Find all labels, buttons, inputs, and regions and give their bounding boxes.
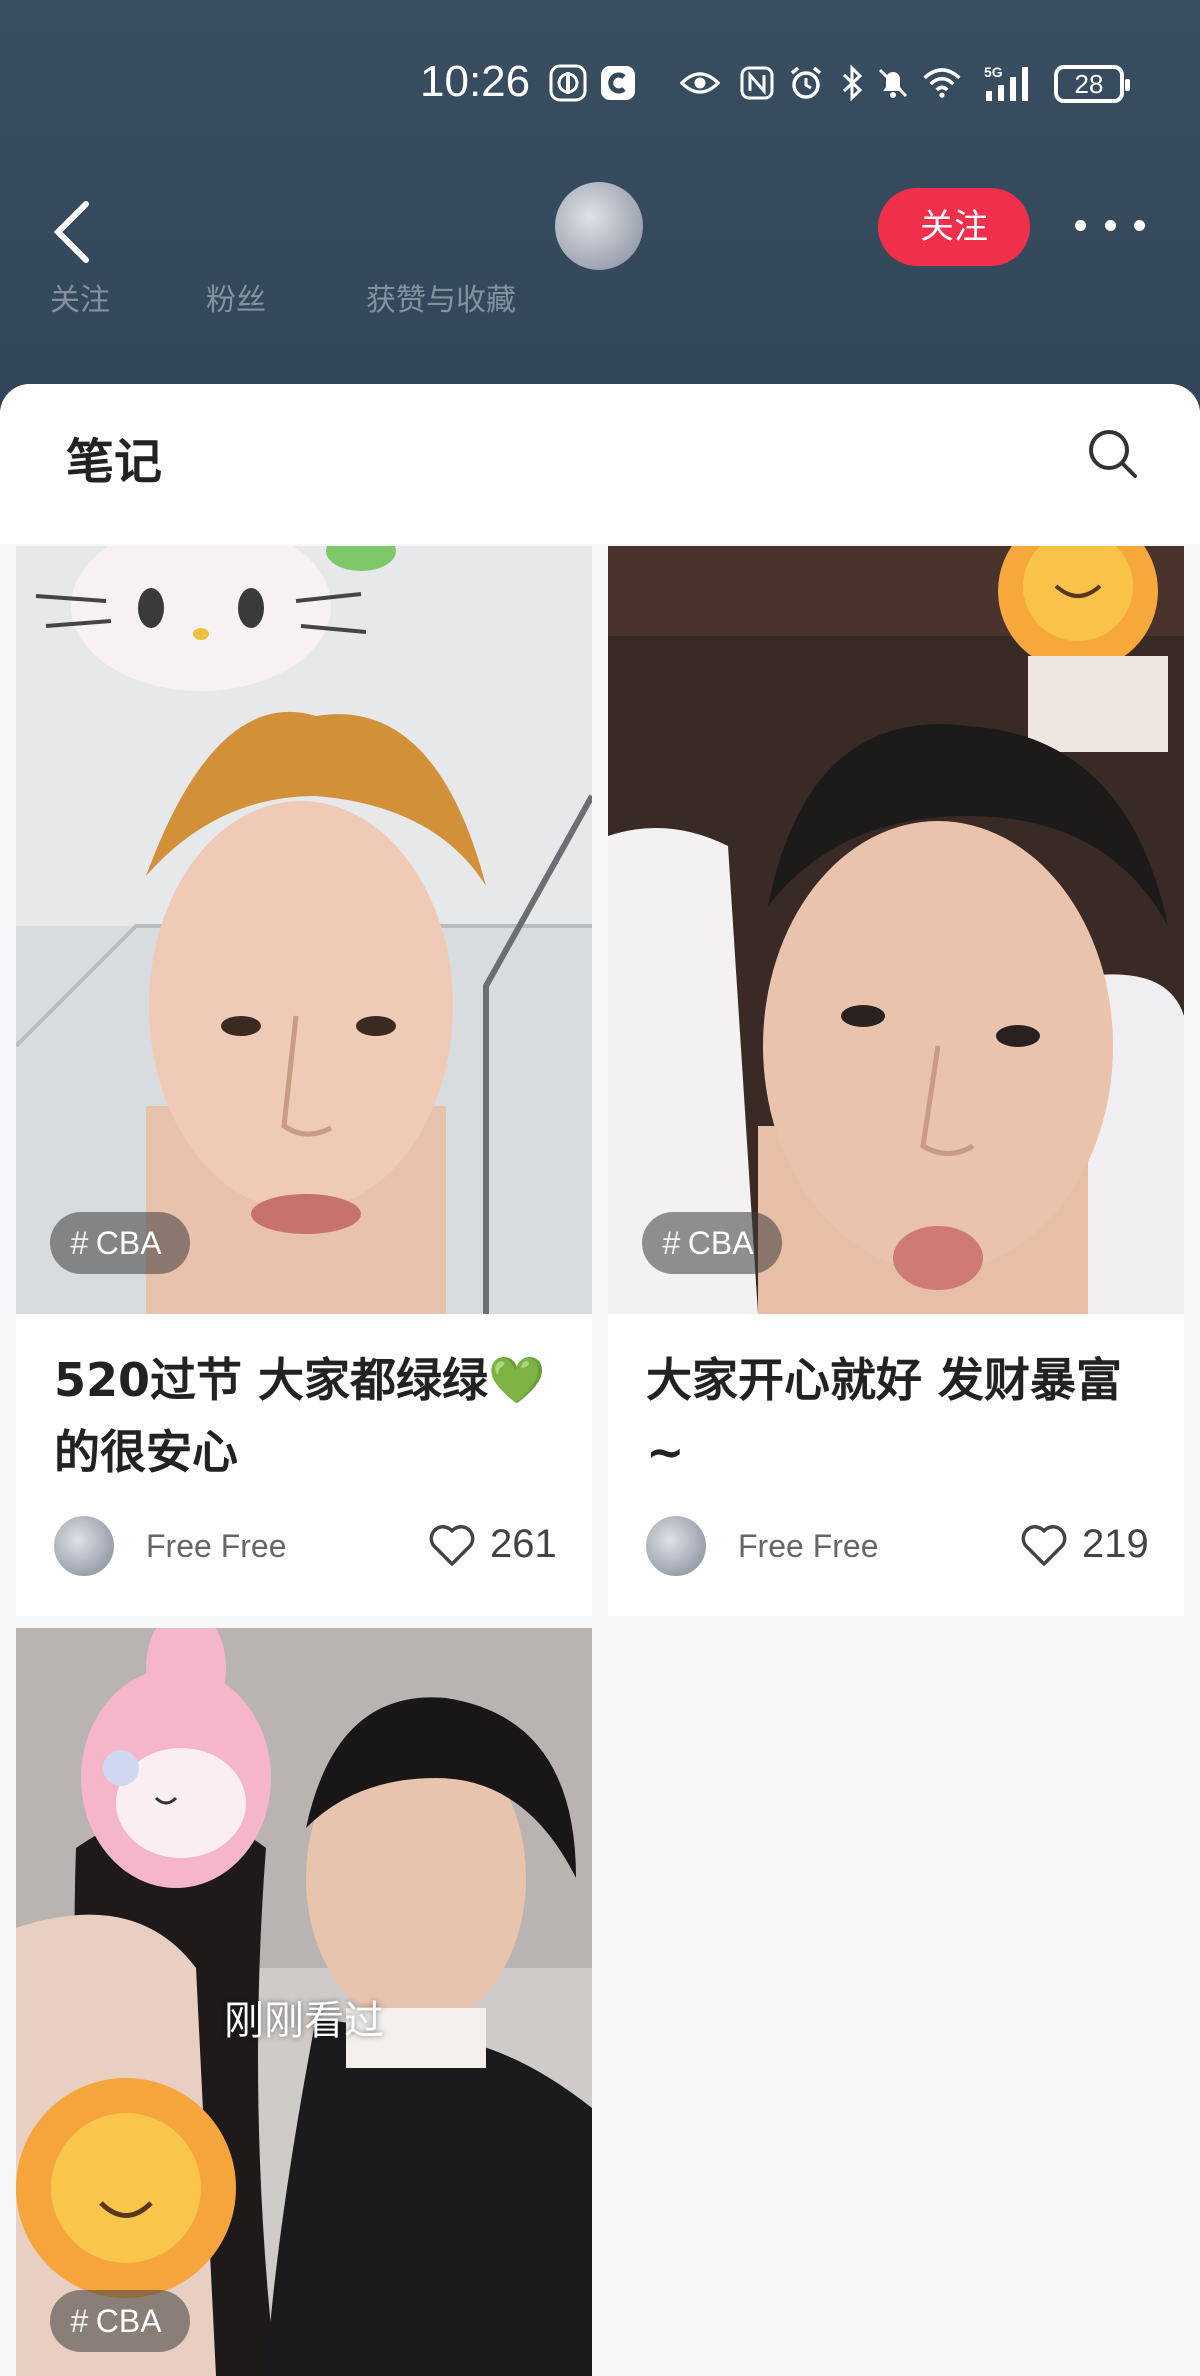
- browser-app-icon: [598, 63, 638, 103]
- stat-following-label: 关注: [50, 283, 110, 318]
- status-bar: 10:26 5G 28: [0, 55, 1200, 125]
- topic-tag[interactable]: # CBA: [50, 1212, 190, 1274]
- note-cover-image: [608, 546, 1184, 1314]
- more-dot-icon: [1075, 219, 1086, 231]
- eye-icon: [680, 63, 720, 103]
- more-dot-icon: [1134, 219, 1145, 231]
- alarm-icon: [786, 63, 826, 103]
- back-button[interactable]: [52, 200, 102, 270]
- topic-tag[interactable]: # CBA: [50, 2290, 190, 2352]
- battery-indicator: 28: [1054, 65, 1130, 103]
- topic-tag-label: CBA: [687, 1225, 754, 1261]
- note-title-line: 的很安心: [54, 1425, 238, 1479]
- notes-header: 笔记: [0, 384, 1200, 544]
- more-options-button[interactable]: [1075, 200, 1145, 250]
- recently-viewed-label: 刚刚看过: [224, 1998, 384, 2044]
- note-title: 520过节 大家都绿绿💚 的很安心: [54, 1344, 574, 1488]
- hashtag-icon: #: [70, 2303, 88, 2339]
- author-avatar[interactable]: [54, 1516, 114, 1576]
- stat-followers-label: 粉丝: [206, 283, 266, 318]
- mute-icon: [873, 63, 913, 103]
- search-button[interactable]: [1085, 426, 1141, 482]
- bluetooth-icon: [833, 63, 873, 103]
- abc-app-icon: [548, 63, 588, 103]
- note-title-line: 520过节 大家都绿绿💚: [54, 1353, 546, 1407]
- notes-sheet: 笔记 # CBA 520过节 大家都绿绿💚 的很安心 Free Free 261…: [0, 384, 1200, 2376]
- note-card[interactable]: 刚刚看过 # CBA: [16, 1628, 592, 2376]
- author-name[interactable]: Free Free: [738, 1528, 878, 1565]
- hashtag-icon: #: [662, 1225, 680, 1261]
- follow-button[interactable]: 关注: [878, 188, 1030, 266]
- heart-icon[interactable]: [1020, 1524, 1068, 1568]
- topic-tag-label: CBA: [95, 1225, 162, 1261]
- svg-text:5G: 5G: [984, 64, 1003, 80]
- signal-icon: 5G: [980, 63, 1040, 103]
- heart-icon[interactable]: [428, 1524, 476, 1568]
- chevron-left-icon: [53, 201, 89, 263]
- note-title-line: 大家开心就好 发财暴富: [646, 1353, 1123, 1407]
- like-count: 261: [490, 1522, 557, 1566]
- like-count: 219: [1082, 1522, 1149, 1566]
- search-icon: [1089, 430, 1137, 478]
- more-dot-icon: [1104, 219, 1116, 231]
- hashtag-icon: #: [70, 1225, 88, 1261]
- nfc-icon: [737, 63, 777, 103]
- note-card[interactable]: # CBA 大家开心就好 发财暴富 ~ Free Free 219: [608, 546, 1184, 1616]
- stat-likes-label: 获赞与收藏: [366, 283, 516, 318]
- note-card[interactable]: # CBA 520过节 大家都绿绿💚 的很安心 Free Free 261: [16, 546, 592, 1616]
- profile-avatar[interactable]: [555, 182, 643, 270]
- notes-title: 笔记: [66, 434, 163, 490]
- author-avatar[interactable]: [646, 1516, 706, 1576]
- wifi-icon: [922, 63, 962, 103]
- status-time: 10:26: [420, 57, 531, 106]
- topic-tag-label: CBA: [95, 2303, 162, 2339]
- author-name[interactable]: Free Free: [146, 1528, 286, 1565]
- note-title-line: ~: [646, 1425, 685, 1479]
- topic-tag[interactable]: # CBA: [642, 1212, 782, 1274]
- note-cover-image: [16, 546, 592, 1314]
- note-title: 大家开心就好 发财暴富 ~: [646, 1344, 1166, 1488]
